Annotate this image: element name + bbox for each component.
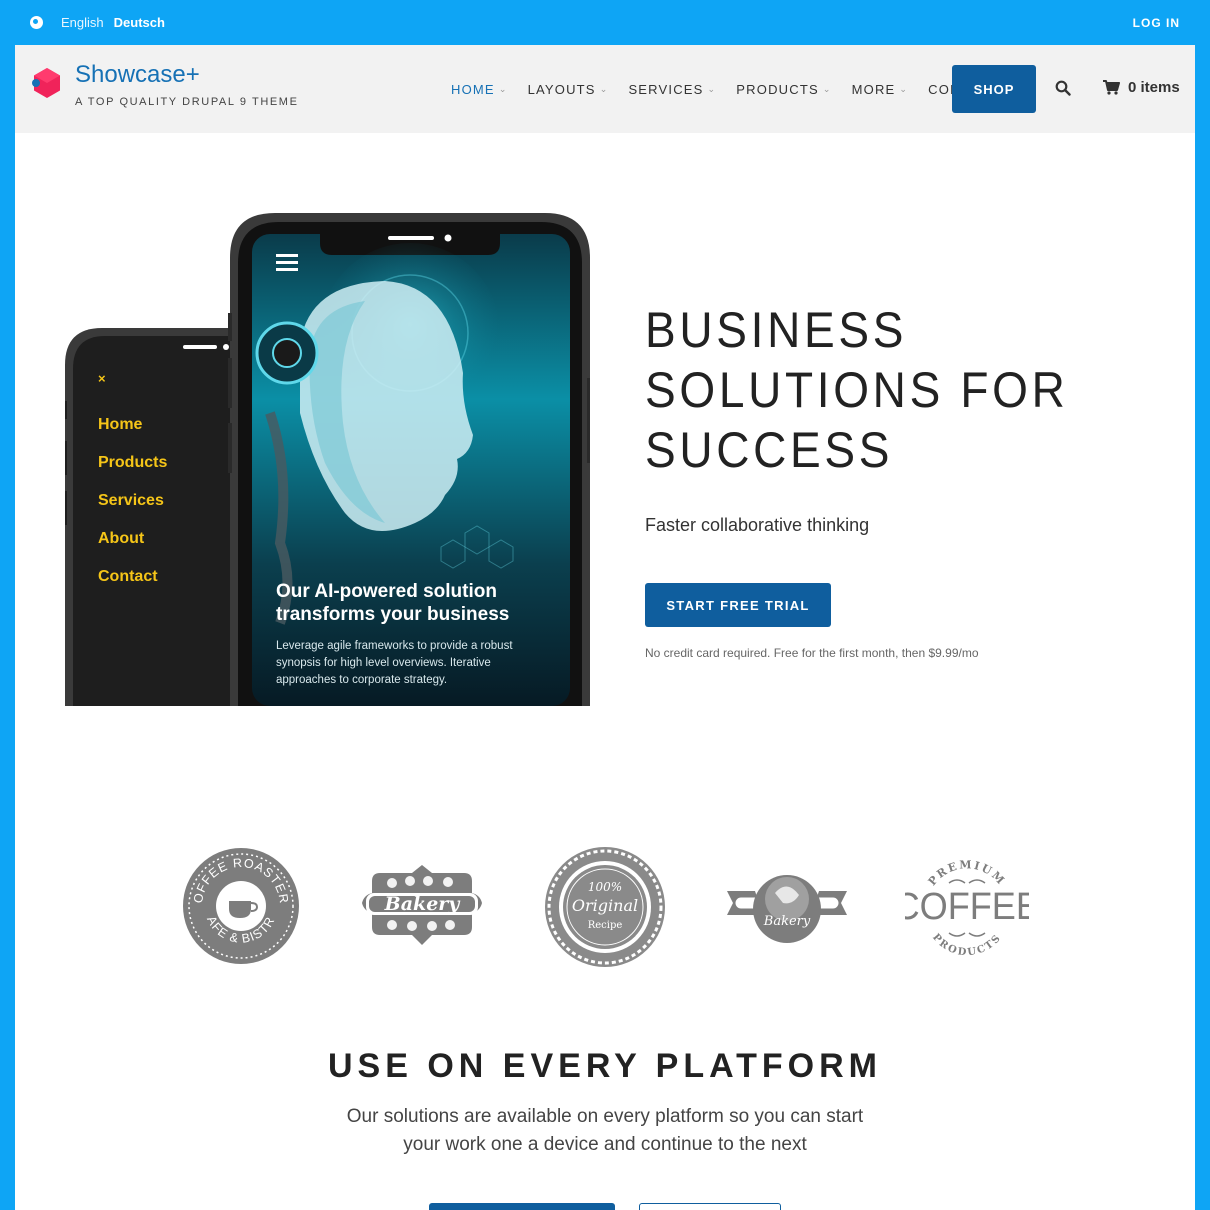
nav-more-label: MORE xyxy=(851,81,896,97)
nav-layouts[interactable]: LAYOUTS ⌄ xyxy=(528,82,609,97)
svg-text:approaches to corporate strate: approaches to corporate strategy. xyxy=(276,674,447,686)
svg-text:Products: Products xyxy=(98,454,167,471)
chevron-down-icon: ⌄ xyxy=(899,83,909,94)
nav-products-label: PRODUCTS xyxy=(736,81,819,97)
nav-services-label: SERVICES xyxy=(628,81,704,97)
svg-text:PRODUCTS: PRODUCTS xyxy=(930,932,1004,958)
chevron-down-icon: ⌄ xyxy=(599,83,609,94)
nav-home-label: HOME xyxy=(451,81,495,97)
search-icon[interactable] xyxy=(1055,80,1071,96)
svg-text:Bakery: Bakery xyxy=(384,893,462,915)
hero-title-line1: BUSINESS xyxy=(645,302,908,358)
shop-button[interactable]: SHOP xyxy=(952,65,1036,113)
platform-section-text: Our solutions are available on every pla… xyxy=(335,1103,875,1159)
platform-secondary-button[interactable] xyxy=(639,1203,781,1210)
brand-name[interactable]: Showcase+ xyxy=(75,61,200,89)
nav-home[interactable]: HOME ⌄ xyxy=(451,82,508,97)
nav-more[interactable]: MORE ⌄ xyxy=(852,82,909,97)
platform-section-title: USE ON EVERY PLATFORM xyxy=(328,1047,882,1085)
svg-text:transforms your business: transforms your business xyxy=(276,604,509,625)
hero-title: BUSINESS SOLUTIONS FOR SUCCESS xyxy=(645,300,1123,480)
main-nav: HOME ⌄ LAYOUTS ⌄ SERVICES ⌄ PRODUCTS ⌄ MORE ⌄… xyxy=(451,45,1018,133)
chevron-down-icon: ⌄ xyxy=(707,83,717,94)
bakery-logo: Bakery xyxy=(362,865,482,945)
svg-text:Recipe: Recipe xyxy=(588,920,623,931)
svg-text:×: × xyxy=(98,371,106,386)
logo-hexagon-icon[interactable] xyxy=(32,67,62,99)
svg-text:About: About xyxy=(98,530,145,547)
chevron-down-icon: ⌄ xyxy=(498,83,508,94)
svg-text:Home: Home xyxy=(98,416,143,433)
language-english-link[interactable]: English xyxy=(61,15,104,30)
site-header: Showcase+ A TOP QUALITY DRUPAL 9 THEME H… xyxy=(15,45,1195,133)
bakery-ribbon-logo: Bakery xyxy=(727,875,847,943)
svg-text:Our AI-powered solution: Our AI-powered solution xyxy=(276,581,497,602)
start-free-trial-button[interactable]: START FREE TRIAL xyxy=(645,583,831,627)
language-deutsch-link[interactable]: Deutsch xyxy=(114,15,165,30)
page-container: Showcase+ A TOP QUALITY DRUPAL 9 THEME H… xyxy=(15,45,1195,1210)
nav-layouts-label: LAYOUTS xyxy=(527,81,596,97)
hero-title-line3: SUCCESS xyxy=(645,422,894,478)
nav-services[interactable]: SERVICES ⌄ xyxy=(628,82,716,97)
cart-icon xyxy=(1103,80,1120,95)
nav-products[interactable]: PRODUCTS ⌄ xyxy=(736,82,831,97)
coffee-roasters-logo: COFFEE ROASTERS CAFE & BISTRO xyxy=(180,845,299,964)
hero-subtitle: Faster collaborative thinking xyxy=(645,515,870,535)
chevron-down-icon: ⌄ xyxy=(822,83,832,94)
svg-text:100%: 100% xyxy=(588,880,622,894)
premium-coffee-logo: PREMIUM COFFEE PRODUCTS xyxy=(905,858,1029,958)
svg-text:COFFEE: COFFEE xyxy=(905,884,1029,927)
client-logos-row: COFFEE ROASTERS CAFE & BISTRO Bakery 100… xyxy=(15,845,1195,975)
svg-text:Leverage agile frameworks to p: Leverage agile frameworks to provide a r… xyxy=(276,640,513,652)
trial-note: No credit card required. Free for the fi… xyxy=(645,646,979,660)
brand-slogan: A TOP QUALITY DRUPAL 9 THEME xyxy=(75,96,299,108)
globe-icon xyxy=(30,16,43,29)
original-recipe-logo: 100% Original Recipe xyxy=(545,847,665,967)
top-utility-bar: English Deutsch LOG IN xyxy=(0,0,1210,45)
hero-phone-mockup-image: × Home Products Services About Contact O… xyxy=(65,213,590,706)
cart-count: 0 items xyxy=(1128,79,1180,96)
login-link[interactable]: LOG IN xyxy=(1133,16,1180,30)
cart-link[interactable]: 0 items xyxy=(1103,79,1180,96)
hero-title-line2: SOLUTIONS FOR xyxy=(645,362,1069,418)
platform-text-line2: your work one a device and continue to t… xyxy=(403,1134,807,1155)
platform-primary-button[interactable] xyxy=(429,1203,615,1210)
svg-text:Services: Services xyxy=(98,492,164,509)
svg-text:synopsis for high level overvi: synopsis for high level overviews. Itera… xyxy=(276,657,491,669)
svg-text:Bakery: Bakery xyxy=(763,914,811,929)
svg-text:Original: Original xyxy=(572,896,638,915)
platform-text-line1: Our solutions are available on every pla… xyxy=(346,1106,864,1127)
svg-text:Contact: Contact xyxy=(98,568,158,585)
